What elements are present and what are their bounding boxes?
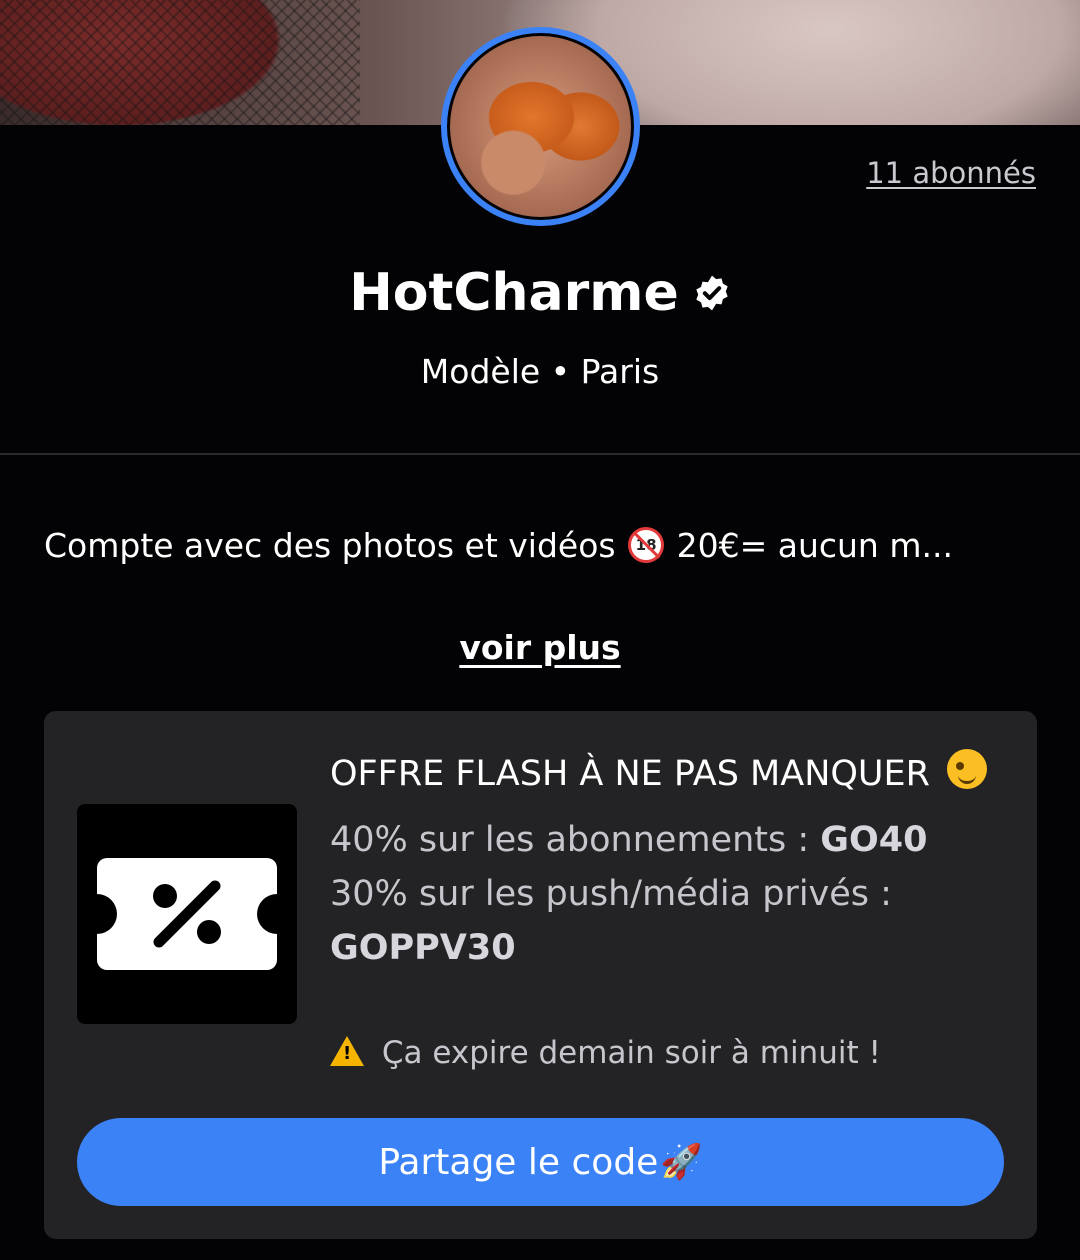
bio-text-end: 20€= aucun m... — [676, 526, 953, 565]
promo-expiry-text: Ça expire demain soir à minuit ! — [381, 1035, 881, 1071]
no-under-18-icon: 18 — [628, 527, 665, 563]
profile-name-row: HotCharme — [0, 258, 1080, 328]
promo-details: 40% sur les abonnements : GO40 30% sur l… — [330, 813, 1010, 975]
profile-name: HotCharme — [349, 263, 679, 323]
rocket-icon: 🚀 — [660, 1142, 703, 1182]
promo-expiry: ! Ça expire demain soir à minuit ! — [330, 1035, 881, 1071]
profile-subtitle: Modèle • Paris — [420, 352, 660, 391]
warning-icon: ! — [330, 1036, 364, 1066]
avatar[interactable] — [441, 27, 640, 226]
divider — [0, 453, 1080, 455]
promo-line-text: 30% sur les push/média privés : — [330, 874, 892, 914]
promo-title-text: OFFRE FLASH À NE PAS MANQUER — [330, 754, 930, 794]
promo-code: GOPPV30 — [330, 928, 516, 968]
profile-bio: Compte avec des photos et vidéos 18 20€=… — [44, 526, 1044, 565]
share-code-label: Partage le code — [378, 1141, 659, 1183]
promo-line-text: 40% sur les abonnements : — [330, 820, 821, 860]
share-code-button[interactable]: Partage le code 🚀 — [77, 1118, 1004, 1206]
see-more-link[interactable]: voir plus — [459, 628, 620, 667]
promo-title: OFFRE FLASH À NE PAS MANQUER — [330, 749, 988, 794]
bio-text-start: Compte avec des photos et vidéos — [44, 526, 616, 565]
promo-code: GO40 — [820, 820, 928, 860]
promo-card: OFFRE FLASH À NE PAS MANQUER 40% sur les… — [44, 711, 1037, 1239]
promo-line-private-media: 30% sur les push/média privés : GOPPV30 — [330, 867, 1010, 975]
wink-emoji-icon — [947, 749, 988, 789]
promo-tile — [77, 804, 297, 1024]
more-container: voir plus — [0, 628, 1080, 667]
discount-ticket-icon — [97, 858, 277, 970]
promo-line-subscriptions: 40% sur les abonnements : GO40 — [330, 813, 1010, 867]
avatar-image — [450, 36, 631, 217]
verified-badge-icon — [696, 275, 728, 311]
followers-link[interactable]: 11 abonnés — [866, 156, 1036, 190]
cover-texture — [0, 0, 360, 125]
